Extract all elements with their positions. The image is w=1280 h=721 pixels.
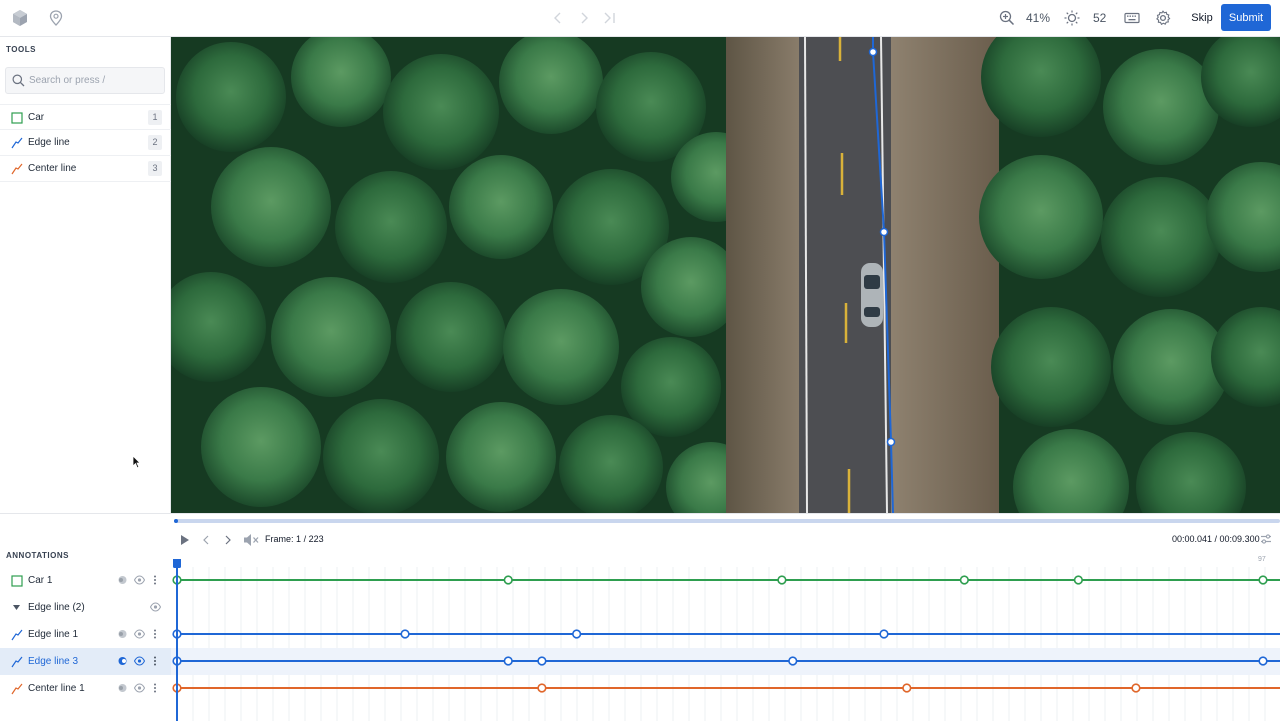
tool-item-car[interactable]: Car 1 bbox=[0, 104, 171, 130]
zoom-level[interactable]: 41% bbox=[1026, 11, 1050, 25]
car-object bbox=[861, 263, 883, 327]
keyframe-marker[interactable] bbox=[1258, 656, 1268, 666]
polyline-icon bbox=[11, 163, 23, 175]
playhead-handle[interactable] bbox=[173, 559, 181, 568]
eye-icon[interactable] bbox=[150, 601, 161, 613]
next-frame-icon[interactable] bbox=[221, 532, 235, 548]
frame-value: 1 bbox=[296, 534, 302, 544]
hotkey-badge: 1 bbox=[148, 110, 162, 125]
polyline-icon bbox=[11, 629, 23, 641]
annotation-label: Center line 1 bbox=[28, 683, 85, 694]
hotkey-badge: 2 bbox=[148, 135, 162, 150]
location-pin-icon[interactable] bbox=[46, 8, 66, 28]
tool-search-input[interactable]: Search or press / bbox=[5, 67, 165, 94]
settings-gear-icon[interactable] bbox=[1153, 8, 1173, 28]
tools-sidebar: TOOLS Search or press / Car 1 Edge line … bbox=[0, 37, 171, 513]
mouse-cursor-icon bbox=[132, 455, 141, 469]
keyframe-marker[interactable] bbox=[902, 683, 912, 693]
tool-label: Car bbox=[28, 112, 45, 123]
tool-item-edge-line[interactable]: Edge line 2 bbox=[0, 130, 171, 156]
more-options-icon[interactable] bbox=[152, 574, 158, 586]
skip-button[interactable]: Skip bbox=[1186, 6, 1218, 30]
annotation-label: Edge line (2) bbox=[28, 602, 85, 613]
tool-label: Edge line bbox=[28, 137, 70, 148]
frame-counter[interactable]: Frame: 1 / 223 bbox=[265, 534, 324, 544]
annotation-row-car-1[interactable]: Car 1 bbox=[0, 567, 171, 594]
visibility-toggle-icon[interactable] bbox=[117, 574, 128, 586]
logo-icon bbox=[10, 8, 30, 28]
annotation-group-edge-line[interactable]: Edge line (2) bbox=[0, 594, 171, 621]
caret-down-icon[interactable] bbox=[12, 603, 21, 612]
keyframe-marker[interactable] bbox=[537, 656, 547, 666]
zoom-icon[interactable] bbox=[997, 8, 1017, 28]
timecode: 00:00.041 / 00:09.300 bbox=[1172, 534, 1260, 544]
annotation-row-center-line-1[interactable]: Center line 1 bbox=[0, 675, 171, 702]
eye-icon[interactable] bbox=[134, 682, 145, 694]
polyline-icon bbox=[11, 656, 23, 668]
more-options-icon[interactable] bbox=[152, 682, 158, 694]
timeline-panel: Frame: 1 / 223 00:00.041 / 00:09.300 ANN… bbox=[0, 513, 1280, 721]
polyline-icon bbox=[11, 683, 23, 695]
keyframe-marker[interactable] bbox=[503, 575, 513, 585]
keyframe-marker[interactable] bbox=[572, 629, 582, 639]
skip-to-end-icon[interactable] bbox=[600, 8, 620, 28]
eye-icon[interactable] bbox=[134, 655, 145, 667]
annotations-title: ANNOTATIONS bbox=[6, 551, 69, 560]
keyframe-marker[interactable] bbox=[503, 656, 513, 666]
keyframe-marker[interactable] bbox=[1073, 575, 1083, 585]
visibility-toggle-icon[interactable] bbox=[117, 655, 128, 667]
visibility-toggle-icon[interactable] bbox=[117, 628, 128, 640]
keyboard-icon[interactable] bbox=[1122, 8, 1142, 28]
eye-icon[interactable] bbox=[134, 628, 145, 640]
annotation-label: Car 1 bbox=[28, 575, 53, 586]
tool-label: Center line bbox=[28, 163, 77, 174]
previous-frame-icon[interactable] bbox=[199, 532, 213, 548]
next-arrow-icon[interactable] bbox=[574, 8, 594, 28]
annotation-label: Edge line 3 bbox=[28, 656, 79, 667]
video-progress-bar[interactable] bbox=[174, 519, 1280, 523]
submit-button[interactable]: Submit bbox=[1221, 4, 1271, 31]
brightness-value[interactable]: 52 bbox=[1093, 11, 1106, 25]
polyline-icon bbox=[11, 137, 23, 149]
search-icon bbox=[12, 74, 25, 87]
progress-fill bbox=[174, 519, 179, 523]
edge-line-vertex[interactable] bbox=[886, 437, 896, 447]
frame-total: / 223 bbox=[303, 534, 324, 544]
mute-icon[interactable] bbox=[243, 532, 261, 548]
annotation-row-edge-line-3[interactable]: Edge line 3 bbox=[0, 648, 171, 675]
tool-item-center-line[interactable]: Center line 3 bbox=[0, 156, 171, 182]
hotkey-badge: 3 bbox=[148, 161, 162, 176]
previous-arrow-icon[interactable] bbox=[548, 8, 568, 28]
bounding-box-icon bbox=[11, 112, 23, 124]
annotation-row-edge-line-1[interactable]: Edge line 1 bbox=[0, 621, 171, 648]
search-placeholder: Search or press / bbox=[29, 75, 106, 86]
aerial-road-frame bbox=[171, 37, 1280, 513]
edge-line-vertex[interactable] bbox=[879, 227, 889, 237]
eye-icon[interactable] bbox=[134, 574, 145, 586]
visibility-toggle-icon[interactable] bbox=[117, 682, 128, 694]
keyframe-marker[interactable] bbox=[1131, 683, 1141, 693]
keyframe-marker[interactable] bbox=[959, 575, 969, 585]
keyframe-marker[interactable] bbox=[537, 683, 547, 693]
annotation-label: Edge line 1 bbox=[28, 629, 79, 640]
timeline-settings-icon[interactable] bbox=[1260, 532, 1272, 550]
keyframe-marker[interactable] bbox=[879, 629, 889, 639]
keyframe-marker[interactable] bbox=[788, 656, 798, 666]
more-options-icon[interactable] bbox=[152, 655, 158, 667]
video-canvas[interactable] bbox=[171, 37, 1280, 513]
bounding-box-icon bbox=[11, 575, 23, 587]
frame-label: Frame: bbox=[265, 534, 294, 544]
edge-line-vertex[interactable] bbox=[868, 47, 878, 57]
tools-title: TOOLS bbox=[6, 45, 36, 54]
keyframe-marker[interactable] bbox=[400, 629, 410, 639]
keyframe-timeline[interactable] bbox=[171, 559, 1280, 721]
more-options-icon[interactable] bbox=[152, 628, 158, 640]
brightness-icon[interactable] bbox=[1062, 8, 1082, 28]
play-icon[interactable] bbox=[178, 532, 192, 548]
keyframe-marker[interactable] bbox=[1258, 575, 1268, 585]
keyframe-marker[interactable] bbox=[777, 575, 787, 585]
top-toolbar: 41% 52 Skip Submit bbox=[0, 0, 1280, 37]
